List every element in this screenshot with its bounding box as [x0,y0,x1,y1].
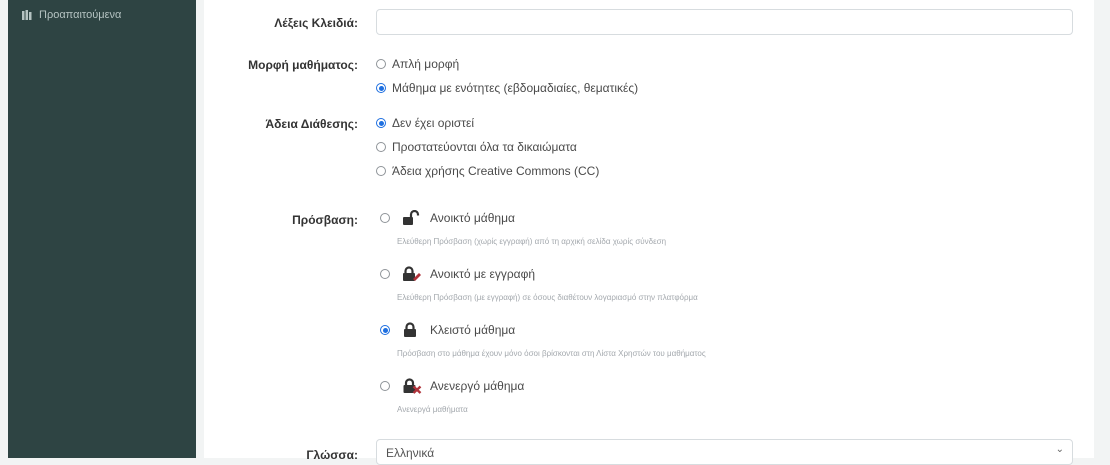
access-registration-label: Ανοικτό με εγγραφή [430,267,536,281]
access-closed-label: Κλειστό μάθημα [430,323,516,337]
format-simple-label: Απλή μορφή [392,57,460,71]
access-open-label: Ανοικτό μάθημα [430,211,515,225]
license-undefined-radio[interactable] [376,118,386,128]
license-cc-label: Άδεια χρήσης Creative Commons (CC) [392,164,600,178]
language-label: Γλώσσα: [306,448,358,462]
keywords-label: Λέξεις Κλειδιά: [274,16,358,30]
chevron-down-icon: ⌄ [1055,444,1064,455]
format-simple-radio[interactable] [376,59,386,69]
keywords-input[interactable] [376,9,1073,35]
access-registration-radio[interactable] [380,269,390,279]
license-option-all-rights[interactable]: Προστατεύονται όλα τα δικαιώματα [376,140,577,154]
lock-with-pencil-icon [403,266,421,281]
format-option-units[interactable]: Μάθημα με ενότητες (εβδομαδιαίες, θεματι… [376,81,638,95]
access-option-open[interactable]: Ανοικτό μάθημα [380,210,515,226]
format-units-radio[interactable] [376,83,386,93]
access-inactive-radio[interactable] [380,381,390,391]
sidebar-item-prerequisites[interactable]: Προαπαιτούμενα [22,9,121,21]
access-inactive-help: Ανενεργά μαθήματα [397,405,468,414]
disabled-lock-icon [403,378,422,394]
locked-padlock-icon [404,322,416,337]
access-open-help: Ελεύθερη Πρόσβαση (χωρίς εγγραφή) από τη… [397,237,667,246]
access-option-registration[interactable]: Ανοικτό με εγγραφή [380,266,535,282]
license-cc-radio[interactable] [376,166,386,176]
course-format-label: Μορφή μαθήματος: [248,58,358,72]
license-option-cc[interactable]: Άδεια χρήσης Creative Commons (CC) [376,164,599,178]
access-inactive-label: Ανενεργό μάθημα [430,379,525,393]
format-option-simple[interactable]: Απλή μορφή [376,57,459,71]
access-option-inactive[interactable]: Ανενεργό μάθημα [380,378,524,394]
access-open-radio[interactable] [380,213,390,223]
access-label: Πρόσβαση: [292,213,358,227]
access-option-closed[interactable]: Κλειστό μάθημα [380,322,515,338]
license-all-rights-label: Προστατεύονται όλα τα δικαιώματα [392,140,577,154]
license-label: Άδεια Διάθεσης: [265,117,358,131]
books-icon [22,10,32,20]
sidebar: Προαπαιτούμενα [8,0,196,458]
license-undefined-label: Δεν έχει οριστεί [392,116,475,130]
access-registration-help: Ελεύθερη Πρόσβαση (με εγγραφή) σε όσους … [397,293,698,302]
language-select[interactable]: Ελληνικά ⌄ [376,439,1073,465]
access-closed-radio[interactable] [380,325,390,335]
unlocked-padlock-icon [403,210,420,225]
license-option-undefined[interactable]: Δεν έχει οριστεί [376,116,474,130]
license-all-rights-radio[interactable] [376,142,386,152]
format-units-label: Μάθημα με ενότητες (εβδομαδιαίες, θεματι… [392,81,639,95]
access-closed-help: Πρόσβαση στο μάθημα έχουν μόνο όσοι βρίσ… [397,349,706,358]
sidebar-item-label: Προαπαιτούμενα [39,9,122,21]
